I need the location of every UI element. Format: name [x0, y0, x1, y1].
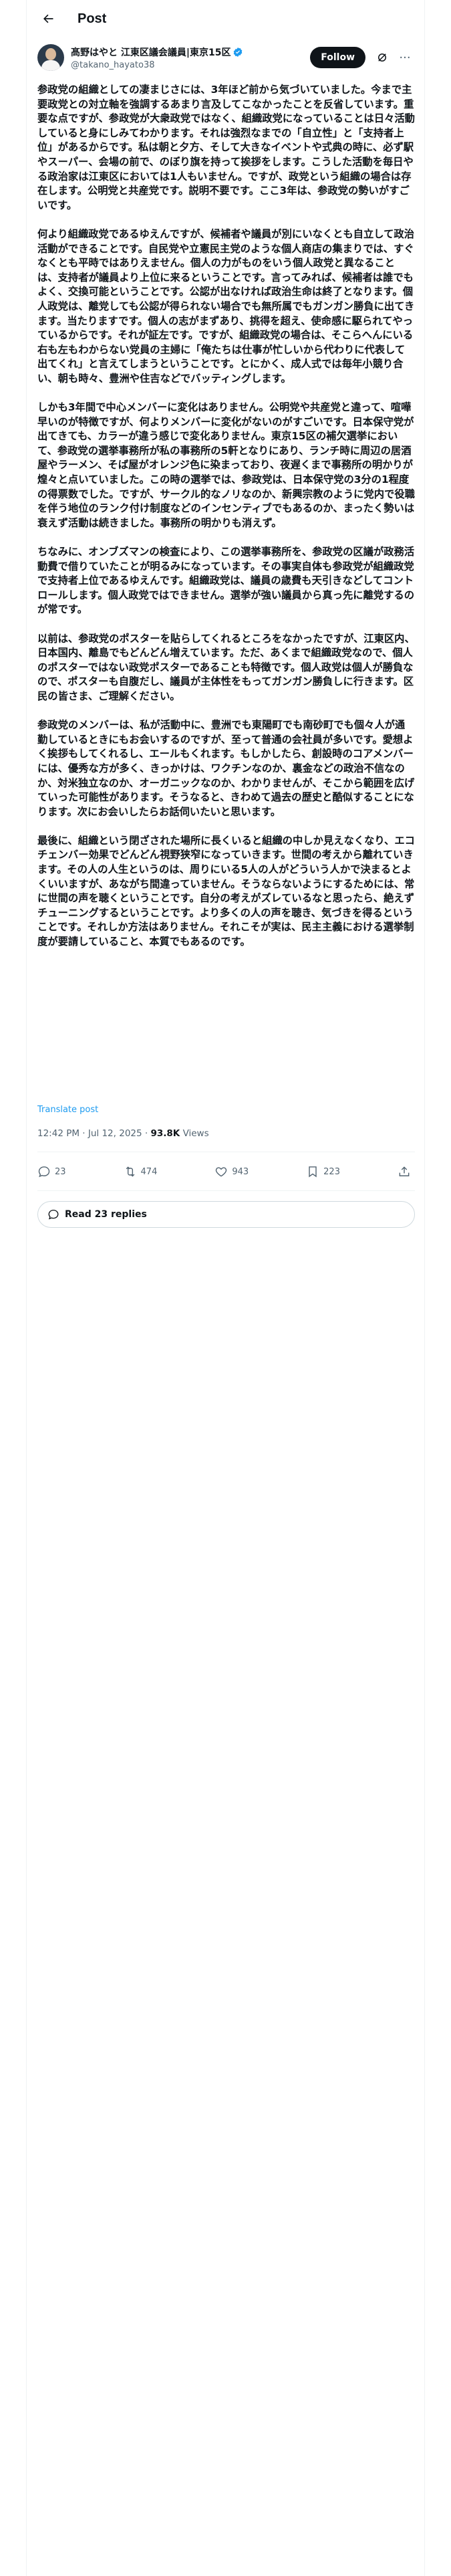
- bookmark-icon: [309, 1166, 317, 1178]
- bookmark-count: 223: [323, 1166, 340, 1177]
- bookmark-button[interactable]: 223: [306, 1165, 340, 1178]
- avatar[interactable]: [37, 44, 64, 71]
- heart-icon: [216, 1167, 227, 1177]
- views-count: 93.8K: [150, 1128, 180, 1139]
- tweet-paragraph: 参政党のメンバーは、私が活動中に、豊洲でも東陽町でも南砂町でも個々人が通勤してい…: [37, 719, 415, 818]
- arrow-left-icon: [43, 14, 53, 23]
- tweet-paragraph: 最後に、組織という閉ざされた場所に長くいると組織の中しか見えなくなり、エコチェン…: [37, 834, 415, 948]
- like-count: 943: [232, 1166, 249, 1177]
- tweet-paragraph: しかも3年間で中心メンバーに変化はありません。公明党や共産党と違って、喧嘩早いの…: [37, 401, 415, 529]
- tweet-paragraph: 参政党の組織としての凄まじさには、3年ほど前から気づいていました。今まで主要政党…: [37, 84, 415, 211]
- page-title: Post: [78, 11, 107, 26]
- reply-icon: [38, 1166, 50, 1178]
- reply-button[interactable]: 23: [37, 1165, 66, 1178]
- verified-badge-icon: [233, 47, 243, 58]
- back-button[interactable]: [35, 5, 61, 32]
- more-options-icon[interactable]: ···: [395, 47, 415, 68]
- reply-count: 23: [55, 1166, 66, 1177]
- repost-count: 474: [140, 1166, 158, 1177]
- tweet-paragraph: 何より組織政党であるゆえんですが、候補者や議員が別にいなくとも自立して政治活動が…: [37, 227, 415, 385]
- display-name-row[interactable]: 髙野はやと 江東区議会議員|東京15区: [71, 45, 310, 59]
- tweet-date[interactable]: Jul 12, 2025: [88, 1128, 142, 1139]
- views-label: Views: [182, 1128, 209, 1139]
- like-button[interactable]: 943: [214, 1165, 249, 1178]
- grok-icon[interactable]: [372, 47, 392, 68]
- read-replies-button[interactable]: Read 23 replies: [37, 1201, 415, 1228]
- display-name[interactable]: 髙野はやと 江東区議会議員|東京15区: [71, 45, 231, 59]
- divider: [37, 1190, 415, 1191]
- tweet-paragraph: 以前は、参政党のポスターを貼らしてくれるところをなかったですが、江東区内、日本国…: [37, 632, 415, 702]
- action-bar: 23 474 943 223: [37, 1161, 415, 1182]
- repost-icon: [126, 1166, 134, 1177]
- tweet-paragraph: ちなみに、オンブズマンの検査により、この選挙事務所を、参政党の区議が政務活動費で…: [37, 546, 415, 616]
- top-bar: Post: [27, 0, 426, 37]
- repost-button[interactable]: 474: [124, 1165, 158, 1178]
- follow-button[interactable]: Follow: [310, 47, 365, 68]
- tweet-text: 参政党の組織としての凄まじさには、3年ほど前から気づいていました。今まで主要政党…: [37, 83, 415, 964]
- share-button[interactable]: [398, 1165, 415, 1178]
- author-row: 髙野はやと 江東区議会議員|東京15区 @takano_hayato38 Fol…: [37, 43, 415, 72]
- author-names: 髙野はやと 江東区議会議員|東京15区 @takano_hayato38: [71, 45, 310, 70]
- share-icon: [399, 1166, 410, 1176]
- tweet-time[interactable]: 12:42 PM: [37, 1128, 80, 1139]
- speech-bubble-icon: [48, 1209, 59, 1220]
- author-handle[interactable]: @takano_hayato38: [71, 60, 310, 70]
- read-replies-label: Read 23 replies: [65, 1209, 147, 1220]
- tweet-meta: 12:42 PM · Jul 12, 2025 · 93.8K Views: [37, 1128, 209, 1139]
- translate-post-link[interactable]: Translate post: [37, 1105, 98, 1115]
- main-column: Post 髙野はやと 江東区議会議員|東京15区 @takano_hayato3…: [26, 0, 425, 2576]
